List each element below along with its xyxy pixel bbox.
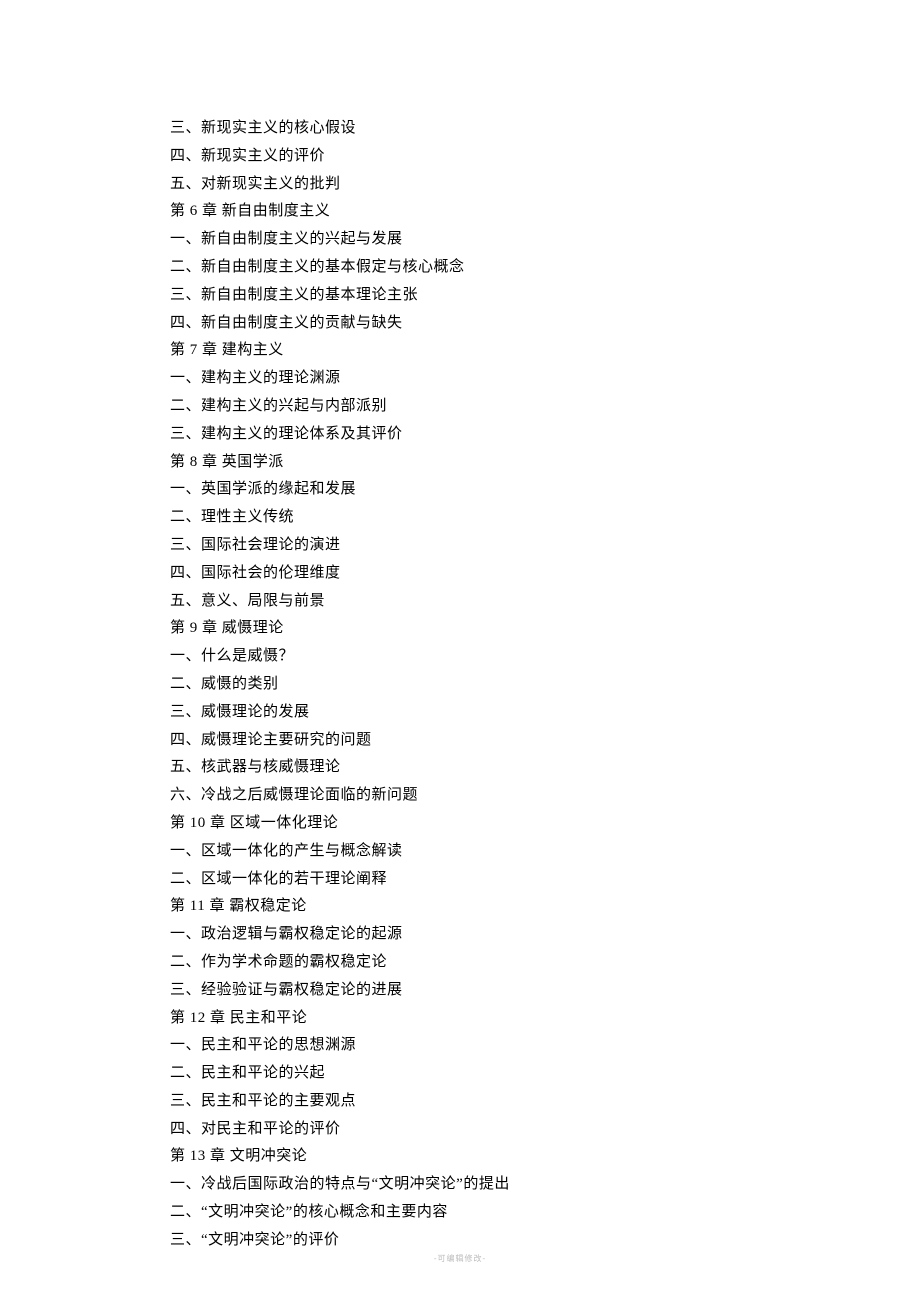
- toc-line: 一、区域一体化的产生与概念解读: [170, 838, 920, 866]
- toc-line: 四、威慑理论主要研究的问题: [170, 727, 920, 755]
- toc-line: 一、建构主义的理论渊源: [170, 365, 920, 393]
- toc-line: 五、核武器与核威慑理论: [170, 754, 920, 782]
- toc-line: 三、新现实主义的核心假设: [170, 115, 920, 143]
- toc-line: 二、“文明冲突论”的核心概念和主要内容: [170, 1199, 920, 1227]
- toc-line: 五、意义、局限与前景: [170, 588, 920, 616]
- toc-line: 一、冷战后国际政治的特点与“文明冲突论”的提出: [170, 1171, 920, 1199]
- toc-line: 三、新自由制度主义的基本理论主张: [170, 282, 920, 310]
- toc-line: 第 7 章 建构主义: [170, 337, 920, 365]
- toc-line: 一、政治逻辑与霸权稳定论的起源: [170, 921, 920, 949]
- toc-line: 二、民主和平论的兴起: [170, 1060, 920, 1088]
- toc-line: 三、国际社会理论的演进: [170, 532, 920, 560]
- toc-line: 六、冷战之后威慑理论面临的新问题: [170, 782, 920, 810]
- toc-line: 四、对民主和平论的评价: [170, 1116, 920, 1144]
- toc-line: 四、新现实主义的评价: [170, 143, 920, 171]
- toc-line: 三、建构主义的理论体系及其评价: [170, 421, 920, 449]
- toc-line: 五、对新现实主义的批判: [170, 171, 920, 199]
- document-page: 三、新现实主义的核心假设 四、新现实主义的评价 五、对新现实主义的批判 第 6 …: [0, 0, 920, 1255]
- toc-line: 第 6 章 新自由制度主义: [170, 198, 920, 226]
- toc-line: 三、经验验证与霸权稳定论的进展: [170, 977, 920, 1005]
- toc-line: 一、新自由制度主义的兴起与发展: [170, 226, 920, 254]
- toc-line: 一、什么是威慑？: [170, 643, 920, 671]
- toc-line: 一、英国学派的缘起和发展: [170, 476, 920, 504]
- toc-line: 第 10 章 区域一体化理论: [170, 810, 920, 838]
- toc-line: 二、威慑的类别: [170, 671, 920, 699]
- toc-line: 四、国际社会的伦理维度: [170, 560, 920, 588]
- page-footer: -可编辑修改-: [0, 1253, 920, 1264]
- toc-line: 三、民主和平论的主要观点: [170, 1088, 920, 1116]
- toc-line: 二、区域一体化的若干理论阐释: [170, 866, 920, 894]
- toc-line: 第 9 章 威慑理论: [170, 615, 920, 643]
- toc-line: 三、“文明冲突论”的评价: [170, 1227, 920, 1255]
- toc-line: 二、新自由制度主义的基本假定与核心概念: [170, 254, 920, 282]
- toc-line: 第 12 章 民主和平论: [170, 1005, 920, 1033]
- toc-line: 二、理性主义传统: [170, 504, 920, 532]
- toc-line: 四、新自由制度主义的贡献与缺失: [170, 310, 920, 338]
- toc-line: 第 13 章 文明冲突论: [170, 1143, 920, 1171]
- toc-line: 二、建构主义的兴起与内部派别: [170, 393, 920, 421]
- toc-line: 三、威慑理论的发展: [170, 699, 920, 727]
- toc-line: 第 8 章 英国学派: [170, 449, 920, 477]
- toc-line: 第 11 章 霸权稳定论: [170, 893, 920, 921]
- toc-line: 二、作为学术命题的霸权稳定论: [170, 949, 920, 977]
- toc-line: 一、民主和平论的思想渊源: [170, 1032, 920, 1060]
